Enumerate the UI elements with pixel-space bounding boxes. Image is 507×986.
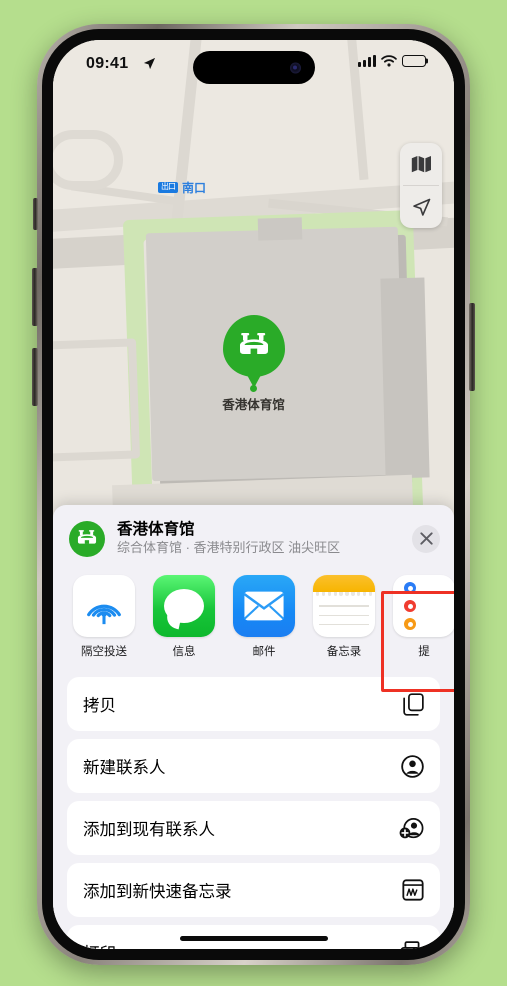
status-bar: 09:41 (53, 40, 454, 92)
close-button[interactable] (412, 524, 440, 553)
action-label: 打印 (83, 940, 398, 949)
poi-label: 香港体育馆 (222, 398, 285, 412)
notes-icon (313, 575, 375, 638)
avatar (69, 520, 105, 557)
airdrop-icon (73, 575, 135, 638)
share-sheet-subtitle: 综合体育馆 · 香港特别行政区 油尖旺区 (117, 540, 341, 556)
person-circle-icon (398, 755, 424, 778)
phone-screen: 出口 南口 香港体育馆 09:41 香港体育馆 综合体育馆 · 香港特别行政区 … (53, 40, 454, 949)
power-button[interactable] (469, 303, 475, 391)
cellular-signal-icon (358, 55, 376, 67)
share-app-messages[interactable]: 信息 (153, 575, 215, 659)
share-app-label: 提 (418, 646, 430, 659)
navigation-arrow-icon (412, 198, 430, 216)
share-app-label: 隔空投送 (81, 646, 127, 659)
transit-label-text: 南口 (182, 181, 207, 195)
map-road (53, 130, 123, 190)
close-icon (419, 532, 433, 545)
person-add-icon (398, 817, 424, 840)
printer-icon (398, 941, 424, 949)
map-type-button[interactable] (400, 143, 442, 185)
action-row-copy[interactable]: 拷贝 (67, 677, 440, 731)
transit-badge: 出口 (158, 182, 178, 193)
action-label: 添加到新快速备忘录 (83, 883, 232, 902)
action-row-new-quick-note[interactable]: 添加到新快速备忘录 (67, 863, 440, 917)
action-group: 添加到现有联系人 (67, 801, 440, 856)
home-indicator[interactable] (179, 936, 328, 941)
current-location-button[interactable] (400, 186, 442, 228)
action-label: 添加到现有联系人 (83, 821, 215, 840)
share-sheet: 香港体育馆 综合体育馆 · 香港特别行政区 油尖旺区 隔空投送 信息 邮件 备忘… (53, 505, 454, 949)
silent-switch[interactable] (33, 198, 38, 230)
messages-icon (153, 575, 215, 638)
location-arrow-icon (143, 57, 156, 70)
share-sheet-header: 香港体育馆 综合体育馆 · 香港特别行政区 油尖旺区 (53, 505, 454, 569)
stadium-icon (239, 333, 268, 355)
volume-up-button[interactable] (32, 268, 38, 326)
dynamic-island (192, 51, 315, 84)
action-group: 添加到新快速备忘录 (67, 863, 440, 918)
action-group: 新建联系人 (67, 739, 440, 794)
share-app-notes[interactable]: 备忘录 (313, 575, 375, 659)
action-row-new-contact[interactable]: 新建联系人 (67, 739, 440, 793)
transit-exit-label[interactable]: 出口 南口 (158, 179, 206, 196)
share-app-label: 备忘录 (326, 646, 362, 659)
action-row-add-existing-contact[interactable]: 添加到现有联系人 (67, 801, 440, 855)
pin-shape (222, 315, 285, 377)
share-app-label: 信息 (172, 646, 196, 659)
share-app-reminders[interactable]: 提 (393, 575, 454, 659)
action-label: 新建联系人 (83, 759, 166, 778)
share-app-label: 邮件 (252, 646, 276, 659)
status-time: 09:41 (86, 55, 129, 72)
share-app-mail[interactable]: 邮件 (233, 575, 295, 659)
share-sheet-title: 香港体育馆 (117, 521, 195, 538)
map-controls[interactable] (400, 143, 442, 228)
status-indicators (358, 55, 426, 67)
battery-icon (402, 55, 426, 67)
map-building-detail (257, 217, 303, 241)
action-label: 拷贝 (83, 697, 116, 716)
share-app-row[interactable]: 隔空投送 信息 邮件 备忘录 提 (53, 569, 454, 669)
share-sheet-titles: 香港体育馆 综合体育馆 · 香港特别行政区 油尖旺区 (117, 520, 412, 557)
action-group: 拷贝 (67, 677, 440, 732)
map-poi-pin[interactable]: 香港体育馆 (189, 315, 319, 413)
quick-note-icon (398, 879, 424, 901)
map-building-detail (380, 277, 430, 479)
folded-map-icon (411, 156, 431, 173)
mail-icon (233, 575, 295, 638)
front-camera-icon (289, 62, 301, 73)
share-app-airdrop[interactable]: 隔空投送 (73, 575, 135, 659)
wifi-icon (381, 55, 397, 67)
reminders-icon (393, 575, 454, 638)
copy-icon (398, 693, 424, 716)
map-building-outline (53, 338, 141, 462)
volume-down-button[interactable] (32, 348, 38, 406)
stadium-icon (77, 530, 97, 544)
